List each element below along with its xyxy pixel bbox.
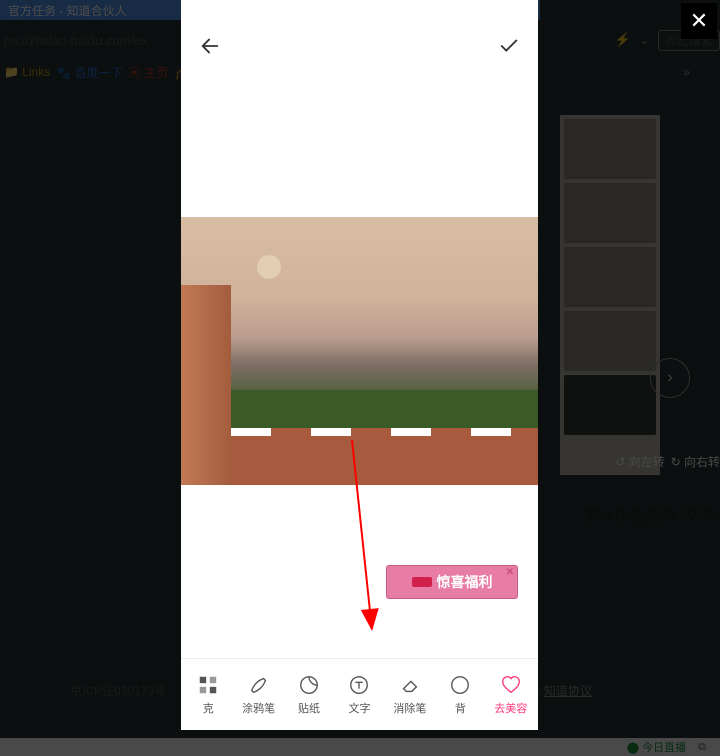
- tool-text[interactable]: 文字: [334, 674, 384, 716]
- tool-beauty[interactable]: 去美容: [486, 674, 536, 716]
- confirm-button[interactable]: [498, 35, 520, 62]
- heart-icon: [500, 674, 522, 696]
- photo-track: [231, 390, 538, 485]
- close-icon: ✕: [690, 8, 708, 34]
- photo-editor-panel: 惊喜福利 ✕ 克 涂鸦笔 贴纸 文字 消除笔 背 去美容: [181, 0, 538, 730]
- photo-wall: [181, 285, 231, 485]
- arrow-left-icon: [199, 35, 221, 57]
- editor-topbar: [181, 27, 538, 69]
- mosaic-icon: [197, 674, 219, 696]
- back-button[interactable]: [199, 35, 221, 62]
- photo-sun: [257, 255, 281, 279]
- tool-eraser[interactable]: 消除笔: [385, 674, 435, 716]
- tool-brush[interactable]: 涂鸦笔: [234, 674, 284, 716]
- tool-background[interactable]: 背: [435, 674, 485, 716]
- close-button[interactable]: ✕: [681, 3, 717, 39]
- text-icon: [348, 674, 370, 696]
- edited-photo[interactable]: [181, 217, 538, 485]
- editor-toolbar: 克 涂鸦笔 贴纸 文字 消除笔 背 去美容: [181, 658, 538, 730]
- background-icon: [449, 674, 471, 696]
- lipstick-icon: [412, 577, 432, 587]
- eraser-icon: [399, 674, 421, 696]
- promo-label: 惊喜福利: [437, 572, 493, 592]
- promo-banner[interactable]: 惊喜福利 ✕: [386, 565, 518, 599]
- brush-icon: [248, 674, 270, 696]
- tool-sticker[interactable]: 贴纸: [284, 674, 334, 716]
- sticker-icon: [298, 674, 320, 696]
- tool-mosaic[interactable]: 克: [183, 674, 233, 716]
- check-icon: [498, 35, 520, 57]
- promo-close-icon[interactable]: ✕: [506, 567, 514, 578]
